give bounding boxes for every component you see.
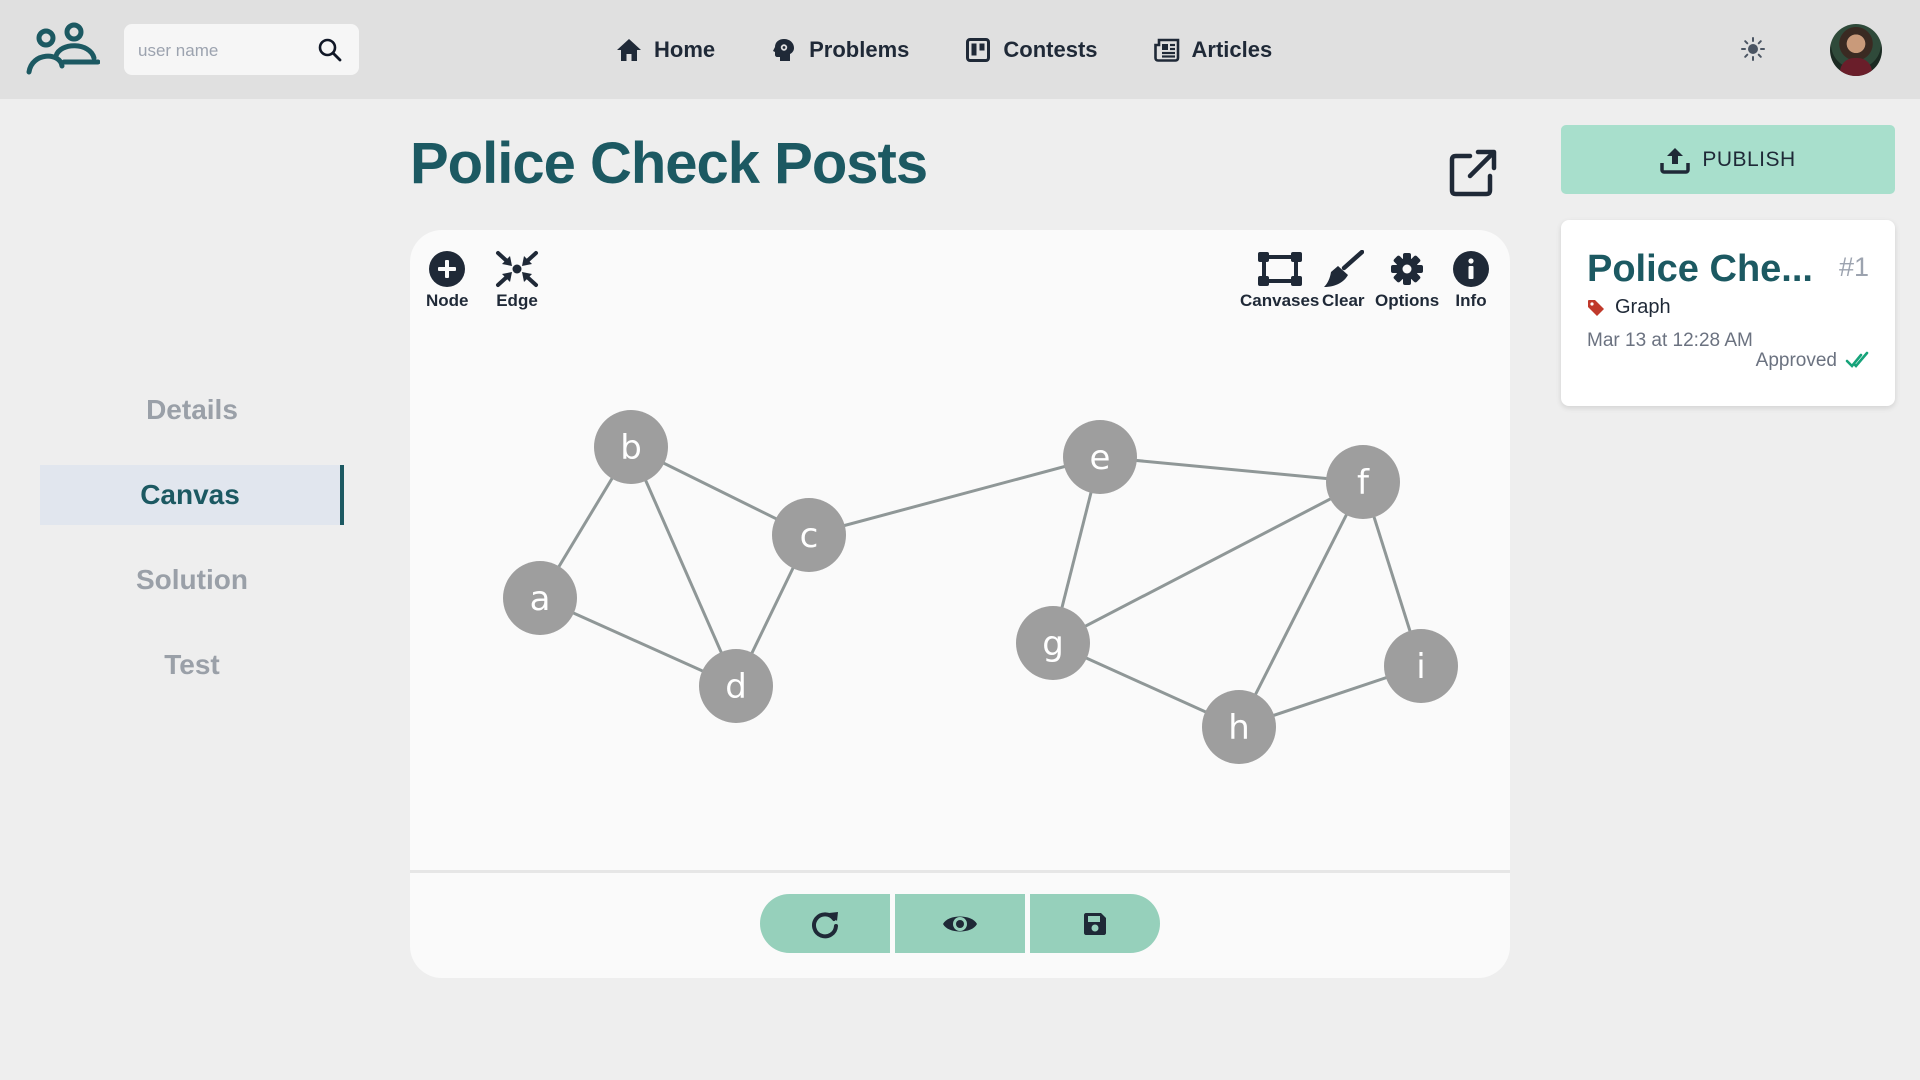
graph-node-c[interactable]: c xyxy=(772,498,846,572)
approval-status-label: Approved xyxy=(1755,350,1837,371)
graph-node-label: f xyxy=(1357,463,1370,503)
graph-edges xyxy=(538,445,1423,729)
board-icon xyxy=(966,37,991,62)
nav-problems-label: Problems xyxy=(809,36,910,62)
graph-edge-f-g[interactable] xyxy=(1052,480,1364,645)
info-label: Info xyxy=(1455,291,1487,310)
save-button[interactable] xyxy=(1030,894,1160,953)
nav-problems[interactable]: Problems xyxy=(771,37,909,63)
canvas-divider xyxy=(410,870,1510,873)
canvases-button[interactable]: Canvases xyxy=(1240,250,1319,311)
add-node-label: Node xyxy=(426,291,469,310)
canvases-label: Canvases xyxy=(1240,291,1320,310)
vector-square-icon xyxy=(1257,252,1302,286)
sidebar-item-solution[interactable]: Solution xyxy=(40,550,344,610)
add-edge-label: Edge xyxy=(496,291,538,310)
upload-icon xyxy=(1660,147,1691,174)
external-link-icon[interactable] xyxy=(1448,148,1498,198)
publish-label: PUBLISH xyxy=(1702,147,1796,171)
main-nav: Home Problems Contests Articles xyxy=(616,0,1328,99)
graph-node-g[interactable]: g xyxy=(1016,606,1090,680)
graph-node-label: g xyxy=(1042,624,1064,664)
redo-icon xyxy=(812,911,838,938)
graph-node-label: d xyxy=(725,667,747,707)
brain-icon xyxy=(773,38,795,61)
gear-icon xyxy=(1391,253,1424,285)
reset-button[interactable] xyxy=(760,894,890,953)
sidebar: Details Canvas Solution Test xyxy=(40,380,344,720)
eye-icon xyxy=(943,916,977,931)
clear-button[interactable]: Clear xyxy=(1322,250,1365,311)
graph-node-b[interactable]: b xyxy=(594,410,668,484)
nav-contests[interactable]: Contests xyxy=(965,36,1098,63)
graph-node-d[interactable]: d xyxy=(699,649,773,723)
add-node-button[interactable]: Node xyxy=(426,250,469,311)
problem-card[interactable]: Police Che... #1 Graph Mar 13 at 12:28 A… xyxy=(1561,220,1895,406)
approval-status: Approved xyxy=(1756,350,1869,372)
graph-nodes: a b c d e f g h i xyxy=(503,410,1458,764)
graph-canvas[interactable]: a b c d e f g h i xyxy=(410,230,1510,870)
info-button[interactable]: Info xyxy=(1452,250,1490,311)
graph-node-a[interactable]: a xyxy=(503,561,577,635)
search-icon[interactable] xyxy=(317,37,343,63)
save-icon xyxy=(1084,912,1106,935)
sidebar-item-details[interactable]: Details xyxy=(40,380,344,440)
graph-node-i[interactable]: i xyxy=(1384,629,1458,703)
search-input[interactable] xyxy=(136,24,320,77)
top-navbar: Home Problems Contests xyxy=(0,0,1920,99)
graph-node-label: b xyxy=(620,428,642,468)
page-title: Police Check Posts xyxy=(410,131,928,196)
add-edge-button[interactable]: Edge xyxy=(494,250,540,311)
canvas-actions xyxy=(760,894,1160,953)
tag-icon xyxy=(1588,299,1604,316)
problem-tag: Graph xyxy=(1587,296,1671,319)
nav-home-label: Home xyxy=(654,36,716,62)
nav-articles[interactable]: Articles xyxy=(1153,36,1273,63)
broom-icon xyxy=(1324,250,1365,287)
nav-articles-label: Articles xyxy=(1191,36,1273,62)
canvas-card: a b c d e f g h i Node Edge Canvases Clear Optio… xyxy=(410,230,1510,978)
search-box xyxy=(124,24,359,77)
graph-node-label: h xyxy=(1228,708,1250,748)
compress-icon xyxy=(496,251,538,287)
clear-label: Clear xyxy=(1322,291,1365,310)
user-avatar[interactable] xyxy=(1830,24,1882,76)
publish-button[interactable]: PUBLISH xyxy=(1561,125,1895,194)
preview-button[interactable] xyxy=(895,894,1025,953)
plus-circle-icon xyxy=(429,251,466,287)
check-double-icon xyxy=(1845,351,1869,368)
graph-node-label: e xyxy=(1090,438,1111,478)
sidebar-item-canvas[interactable]: Canvas xyxy=(40,465,344,525)
people-logo-icon[interactable] xyxy=(24,22,100,76)
options-label: Options xyxy=(1375,291,1440,310)
nav-home[interactable]: Home xyxy=(616,37,715,63)
graph-node-h[interactable]: h xyxy=(1202,690,1276,764)
graph-edge-b-d[interactable] xyxy=(629,446,738,687)
problem-card-title: Police Che... xyxy=(1587,248,1813,290)
home-icon xyxy=(617,38,641,61)
graph-node-e[interactable]: e xyxy=(1063,420,1137,494)
problem-tag-label: Graph xyxy=(1615,296,1671,318)
sun-icon[interactable] xyxy=(1740,36,1766,62)
graph-node-label: a xyxy=(530,579,551,619)
sidebar-item-test[interactable]: Test xyxy=(40,635,344,695)
graph-edge-e-f[interactable] xyxy=(1099,455,1364,484)
graph-node-f[interactable]: f xyxy=(1326,445,1400,519)
newspaper-icon xyxy=(1153,38,1179,62)
graph-node-label: i xyxy=(1416,647,1425,687)
info-icon xyxy=(1453,251,1489,287)
graph-node-label: c xyxy=(800,516,819,556)
options-button[interactable]: Options xyxy=(1375,250,1439,311)
avatar-shirt xyxy=(1840,58,1872,76)
graph-edge-c-e[interactable] xyxy=(808,455,1101,537)
nav-contests-label: Contests xyxy=(1003,36,1098,62)
problem-number: #1 xyxy=(1838,252,1869,282)
problem-date: Mar 13 at 12:28 AM xyxy=(1587,330,1753,351)
